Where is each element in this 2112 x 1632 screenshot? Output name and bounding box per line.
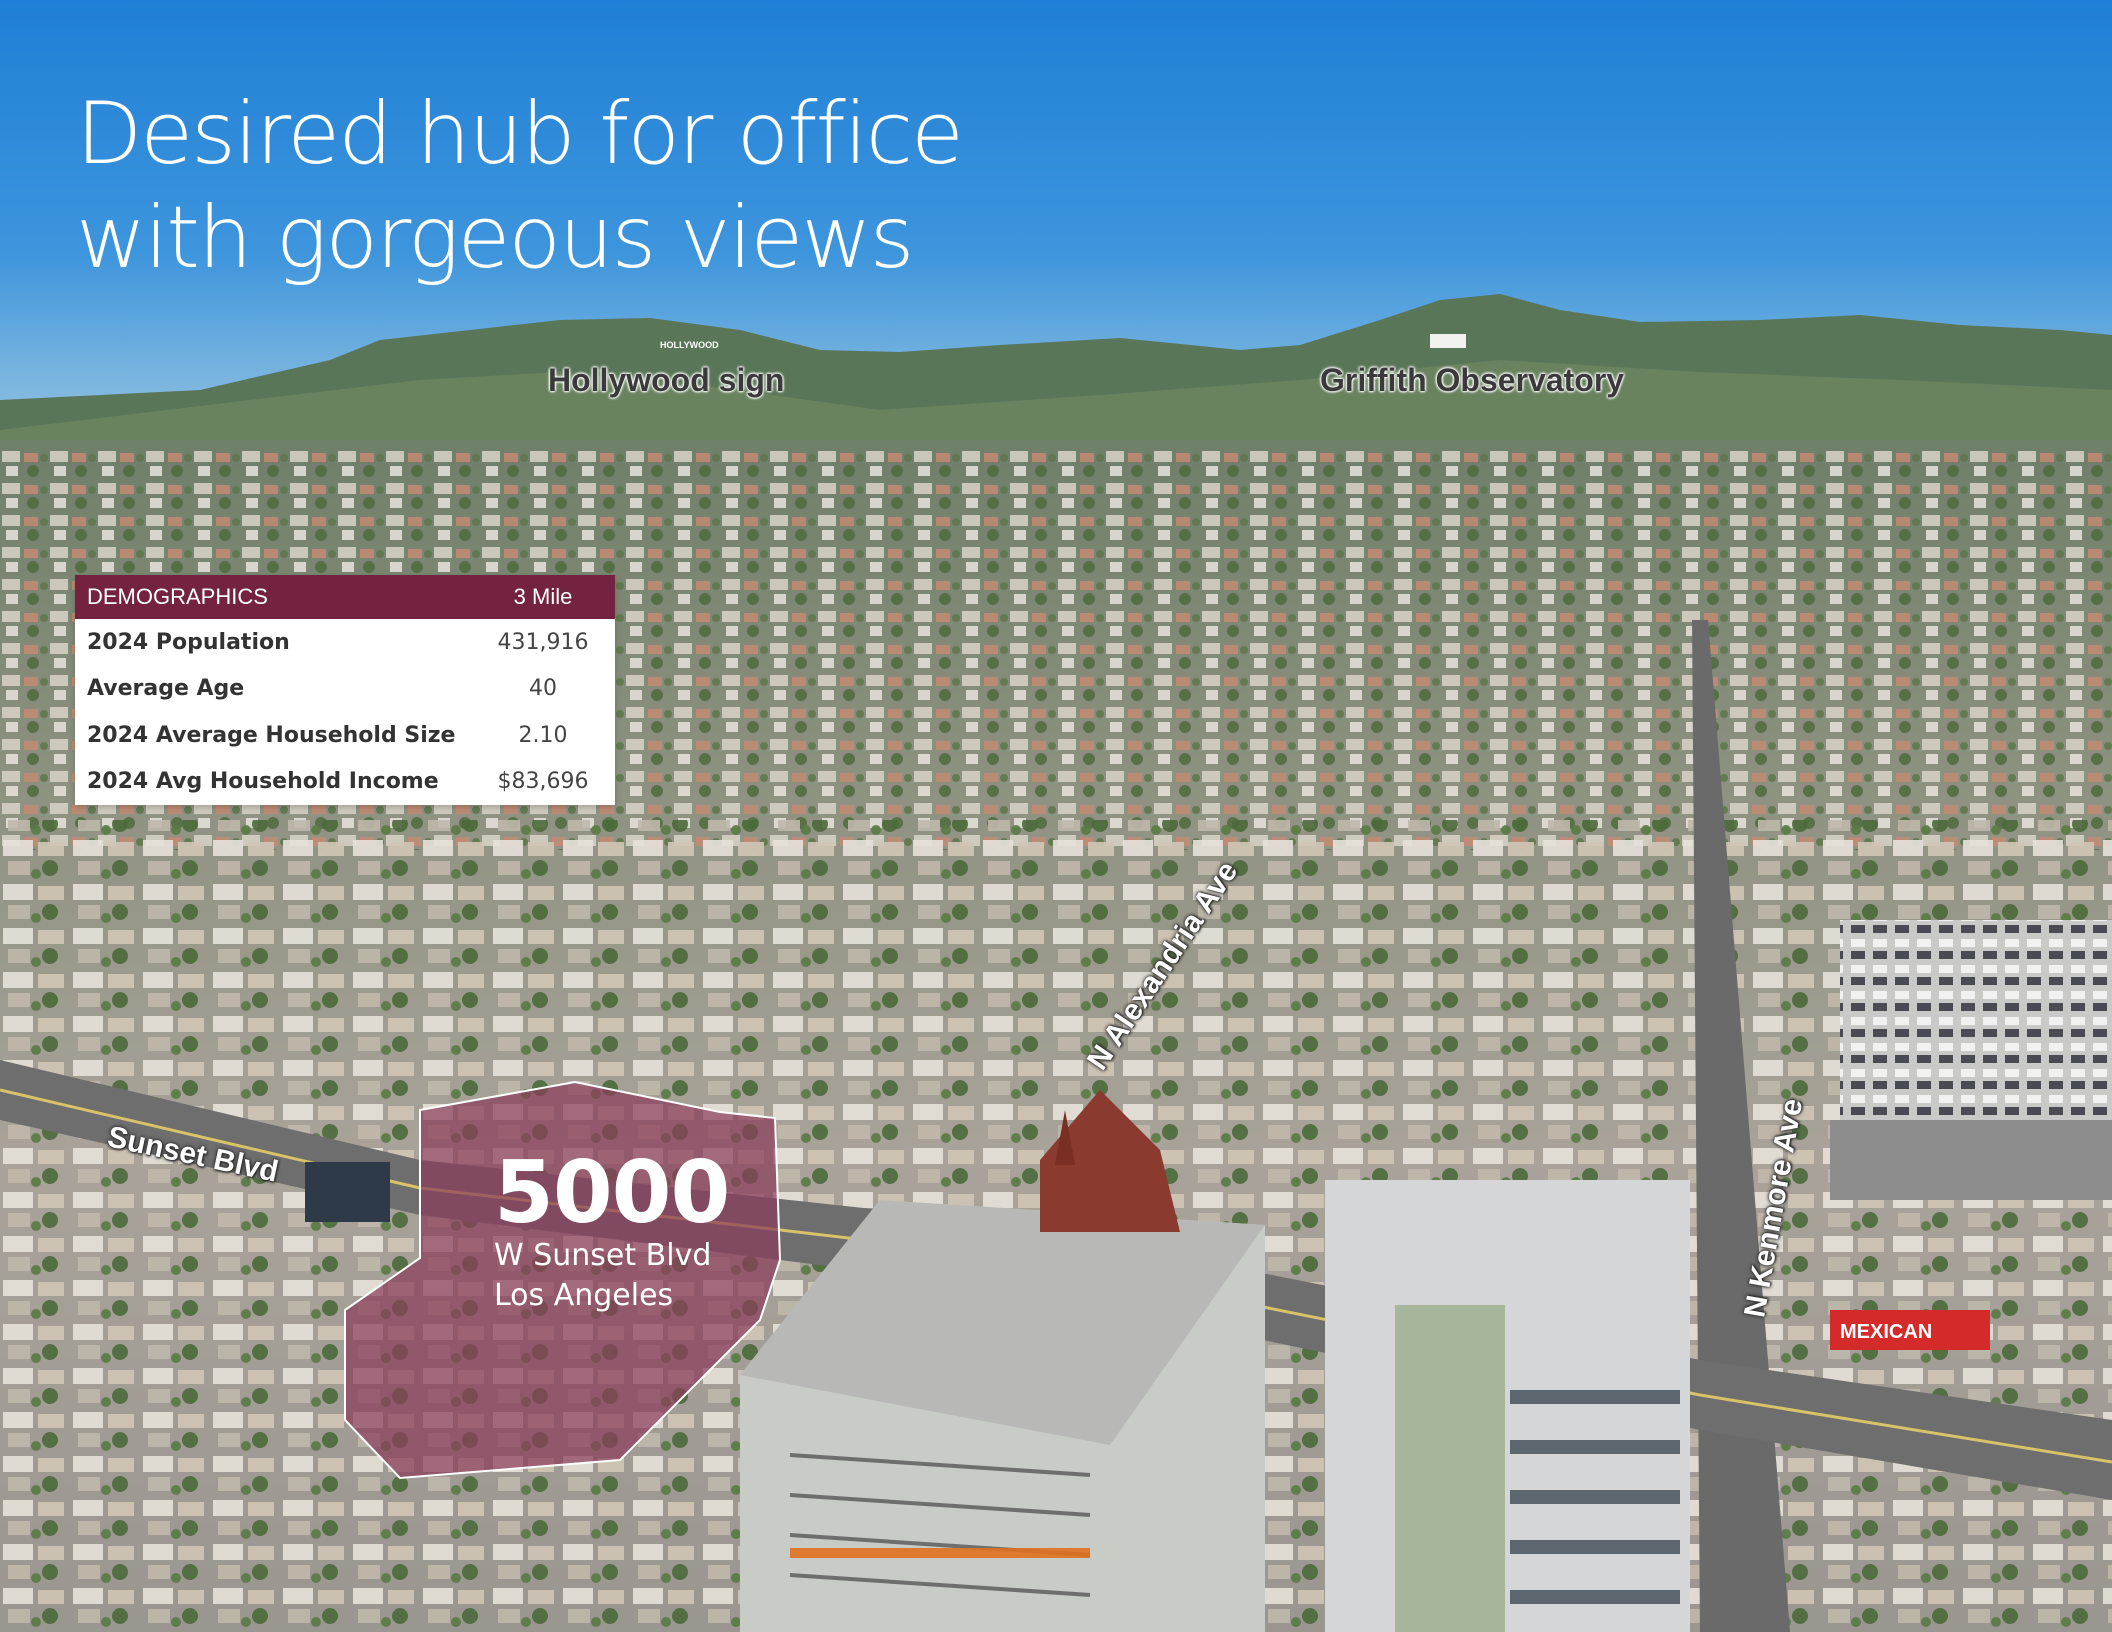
office-tower: [1325, 1180, 1690, 1632]
demographics-header: DEMOGRAPHICS 3 Mile: [75, 575, 615, 619]
headline-line-1: Desired hub for office: [76, 84, 964, 184]
demographics-title: DEMOGRAPHICS: [87, 584, 268, 609]
headline-line-2: with gorgeous views: [76, 188, 914, 288]
table-row: 2024 Average Household Size 2.10: [75, 712, 615, 759]
property-number: 5000: [494, 1143, 730, 1243]
restaurant-sign-text: MEXICAN: [1840, 1321, 1932, 1343]
headline: Desired hub for office with gorgeous vie…: [76, 82, 964, 290]
property-city: Los Angeles: [494, 1278, 674, 1313]
demographics-table: DEMOGRAPHICS 3 Mile 2024 Population 431,…: [75, 575, 615, 805]
observatory-building: [1430, 334, 1466, 348]
property-street: W Sunset Blvd: [494, 1238, 712, 1273]
table-row: 2024 Avg Household Income $83,696: [75, 759, 615, 806]
table-row: Average Age 40: [75, 666, 615, 713]
hollywood-letters: HOLLYWOOD: [660, 340, 719, 350]
griffith-observatory-label: Griffith Observatory: [1320, 362, 1625, 398]
property-address: 5000 W Sunset Blvd Los Angeles: [494, 1143, 730, 1316]
table-row: 2024 Population 431,916: [75, 619, 615, 666]
row-value: 2.10: [518, 722, 568, 748]
row-label: 2024 Avg Household Income: [87, 769, 439, 795]
row-value: 431,916: [497, 629, 589, 655]
hollywood-sign-label: Hollywood sign: [548, 362, 785, 398]
demographics-radius: 3 Mile: [513, 584, 573, 609]
billboard: [305, 1162, 390, 1222]
parking-lot: [1840, 920, 2112, 1130]
row-label: Average Age: [87, 676, 245, 702]
row-label: 2024 Average Household Size: [87, 722, 456, 748]
row-value: $83,696: [497, 769, 589, 795]
row-value: 40: [529, 676, 557, 702]
row-label: 2024 Population: [87, 629, 290, 655]
